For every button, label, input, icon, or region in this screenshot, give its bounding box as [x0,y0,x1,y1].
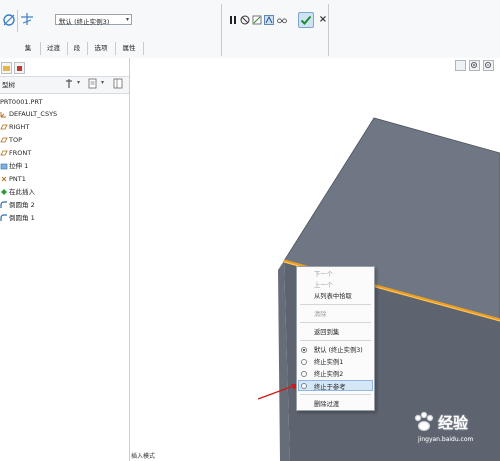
close-icon: × [318,14,328,25]
round-icon [0,214,7,221]
menu-separator [300,304,371,305]
menu-separator [300,322,371,323]
model-tree-tab[interactable] [1,62,12,74]
ribbon-separator [17,10,18,32]
insert-here-icon [1,189,7,195]
tree-item-label: DEFAULT_CSYS [9,110,58,118]
watermark-url: jingyan.baidu.com [418,436,474,443]
radio-icon[interactable] [301,383,307,389]
tab-options[interactable]: 选项 [87,42,116,55]
tab-pieces[interactable]: 段 [67,42,88,55]
model-tree-title: 型树 [2,81,15,89]
pause-icon[interactable] [228,15,238,25]
menu-item-stop-case-1[interactable]: 终止实例1 [314,357,343,366]
layer-tree-tab[interactable] [14,62,25,74]
watermark-title: 经验 [438,414,469,432]
tab-sets[interactable]: 集 [16,42,41,55]
tree-item-label: 在此插入 [9,188,35,196]
watermark: 经验 jingyan.baidu.com [412,408,500,448]
context-menu: 下一个 上一个 从列表中拾取 清除 返回到集 默认 (终止实例3) 终止实例1 … [296,266,375,411]
status-text: 插入模式 [131,453,156,460]
menu-item-delete-transition[interactable]: 删除过渡 [314,399,339,408]
folder-icon [3,66,10,71]
tree-item-label: 倒圆角 2 [9,201,35,209]
tree-item-label: FRONT [9,149,32,157]
paw-logo-icon [414,411,434,432]
menu-separator [300,340,371,341]
ribbon: 默认 (终止实例3) ▾ × 集 过渡 段 选项 属性 [0,0,500,59]
radio-icon[interactable] [301,359,307,365]
show-columns-icon[interactable] [88,78,98,89]
datum-plane-icon [0,137,8,143]
tree-item-label: TOP [9,136,23,144]
check-icon [300,15,312,25]
chevron-down-icon[interactable]: ▾ [101,79,104,86]
chevron-down-icon[interactable]: ▾ [77,79,80,86]
menu-item-clear[interactable]: 清除 [314,309,327,318]
verify-mode-icon[interactable] [264,15,274,25]
radio-icon[interactable] [301,371,307,377]
menu-item-pick-from-list[interactable]: 从列表中拾取 [314,291,352,300]
datum-plane-icon [0,150,8,156]
tab-transitions[interactable]: 过渡 [40,42,68,55]
menu-separator [300,394,371,395]
menu-item-next[interactable]: 下一个 [314,269,333,278]
layers-icon [17,66,22,71]
no-preview-icon[interactable] [240,15,250,25]
menu-item-stop-case-2[interactable]: 终止实例2 [314,369,343,378]
menu-item-back-to-sets[interactable]: 返回到集 [314,327,339,336]
tool-icon[interactable] [2,13,16,27]
round-icon [0,201,7,208]
glasses-icon[interactable] [277,15,287,25]
transition-type-value: 默认 (终止实例3) [59,18,110,26]
chevron-down-icon: ▾ [125,16,129,23]
tree-item-label: 倒圆角 1 [9,214,35,222]
ribbon-separator [221,4,222,56]
extrude-icon [0,163,8,170]
column-display-icon[interactable] [113,78,123,89]
cancel-button[interactable]: × [318,14,328,26]
csys-icon [0,112,6,118]
set-icon[interactable] [20,12,34,26]
tree-item-label: RIGHT [9,123,30,131]
menu-item-previous[interactable]: 上一个 [314,280,333,289]
pointer-arrow [257,384,299,400]
datum-point-icon [1,176,7,182]
ribbon-separator [328,4,329,56]
preview-geometry-icon[interactable] [252,15,262,25]
menu-item-default-stop-case[interactable]: 默认 (终止实例3) [314,345,363,354]
tree-item-label: PRT0001.PRT [0,98,43,106]
tab-properties[interactable]: 属性 [115,42,144,55]
datum-plane-icon [0,124,8,130]
tree-settings-icon[interactable] [64,78,74,89]
ok-button[interactable] [298,12,314,28]
tree-item-label: 拉伸 1 [9,162,29,170]
tree-item-label: PNT1 [9,175,26,183]
menu-item-stop-at-reference[interactable]: 终止于参考 [314,382,345,391]
transition-type-combo[interactable]: 默认 (终止实例3) ▾ [55,14,132,26]
radio-selected-icon[interactable] [301,347,307,353]
